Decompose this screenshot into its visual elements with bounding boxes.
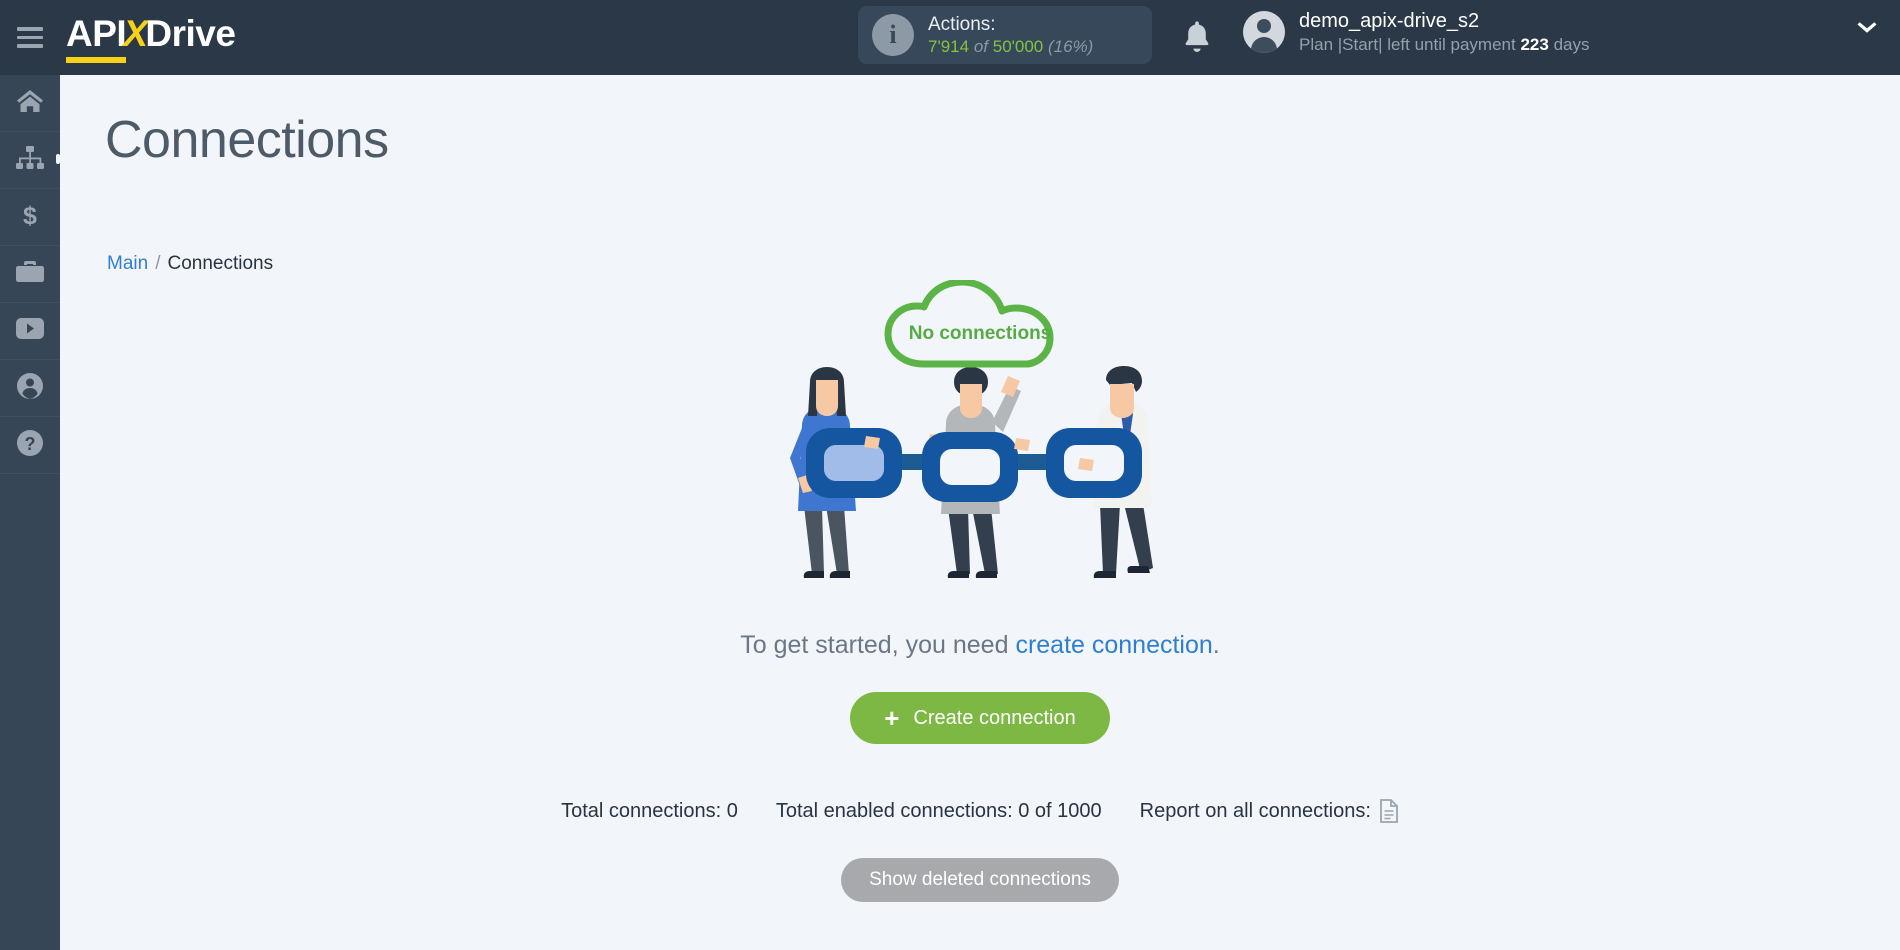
user-name: demo_apix-drive_s2 xyxy=(1299,10,1480,32)
stat-total-enabled: Total enabled connections: 0 of 1000 xyxy=(775,799,1102,822)
connections-stats: Total connections: 0 Total enabled conne… xyxy=(561,799,1399,823)
hint-prefix: To get started, you need xyxy=(740,631,1009,659)
breadcrumb-separator: / xyxy=(155,253,161,274)
plus-icon: + xyxy=(884,703,900,733)
burger-line xyxy=(17,44,43,48)
empty-state-hint: To get started, you need create connecti… xyxy=(740,631,1220,660)
bell-icon[interactable] xyxy=(1180,18,1214,56)
breadcrumb: Main / Connections xyxy=(107,253,273,275)
logo-text-api: API xyxy=(66,13,127,63)
stat-total-connections: Total connections: 0 xyxy=(561,799,738,822)
show-deleted-connections-button[interactable]: Show deleted connections xyxy=(841,858,1119,902)
youtube-icon xyxy=(16,318,44,344)
actions-quota-badge[interactable]: i Actions: 7'914 of 50'000 (16%) xyxy=(858,6,1152,64)
create-connection-label: Create connection xyxy=(913,706,1076,729)
left-sidebar: $ ? xyxy=(0,75,60,950)
user-plan-info: Plan |Start| left until payment 223 days xyxy=(1299,34,1589,56)
report-label: Report on all connections: xyxy=(1139,799,1371,822)
sitemap-icon xyxy=(16,145,44,175)
actions-usage: 7'914 of 50'000 (16%) xyxy=(928,36,1093,57)
no-connections-cloud: No connections xyxy=(880,278,1080,370)
user-account-block[interactable]: demo_apix-drive_s2 Plan |Start| left unt… xyxy=(1243,8,1589,56)
sidebar-item-services[interactable] xyxy=(0,246,60,303)
sidebar-item-account[interactable] xyxy=(0,360,60,417)
breadcrumb-current: Connections xyxy=(167,253,274,274)
document-icon[interactable] xyxy=(1379,799,1399,823)
actions-percent: (16%) xyxy=(1048,37,1094,57)
create-connection-link[interactable]: create connection xyxy=(1015,631,1212,659)
actions-label: Actions: xyxy=(928,13,996,35)
sidebar-item-payments[interactable]: $ xyxy=(0,189,60,246)
sidebar-item-home[interactable] xyxy=(0,75,60,132)
user-plan-text: Plan |Start| left until payment xyxy=(1299,35,1516,54)
user-days-value: 223 xyxy=(1520,35,1549,54)
actions-quota-text: Actions: 7'914 of 50'000 (16%) xyxy=(928,13,1093,58)
cloud-label: No connections xyxy=(908,323,1052,344)
empty-state: No connections To get started, you need … xyxy=(60,278,1900,902)
hamburger-menu-icon[interactable] xyxy=(0,0,60,75)
sidebar-item-connections[interactable] xyxy=(0,132,60,189)
chain-people-illustration xyxy=(780,366,1180,601)
info-icon: i xyxy=(872,14,914,56)
main-content: Connections Main / Connections No connecti… xyxy=(60,75,1900,950)
apix-drive-logo[interactable]: API X Drive xyxy=(66,12,236,63)
actions-of: of xyxy=(973,37,988,57)
burger-line xyxy=(17,35,43,40)
question-circle-icon: ? xyxy=(17,429,43,461)
user-circle-icon xyxy=(17,372,43,404)
svg-text:$: $ xyxy=(23,202,37,228)
breadcrumb-link-main[interactable]: Main xyxy=(107,253,148,274)
sidebar-item-videos[interactable] xyxy=(0,303,60,360)
create-connection-button[interactable]: + Create connection xyxy=(850,692,1110,744)
app-root: API X Drive i Actions: 7'914 of 50'000 (16… xyxy=(0,0,1900,950)
dollar-icon: $ xyxy=(21,202,39,233)
sidebar-item-help[interactable]: ? xyxy=(0,417,60,474)
hint-suffix: . xyxy=(1212,631,1220,659)
chevron-down-icon[interactable] xyxy=(1855,22,1879,36)
actions-total: 50'000 xyxy=(992,37,1044,57)
user-info: demo_apix-drive_s2 Plan |Start| left unt… xyxy=(1299,8,1589,56)
burger-line xyxy=(17,27,43,31)
briefcase-icon xyxy=(16,260,44,289)
page-title: Connections xyxy=(105,111,389,169)
user-days-label: days xyxy=(1553,35,1590,54)
top-header: API X Drive i Actions: 7'914 of 50'000 (16… xyxy=(0,0,1900,75)
actions-used: 7'914 xyxy=(928,37,970,57)
svg-text:?: ? xyxy=(25,434,36,454)
logo-text-drive: Drive xyxy=(145,12,236,54)
user-avatar-icon xyxy=(1243,11,1285,54)
home-icon xyxy=(17,89,43,118)
stat-report: Report on all connections: xyxy=(1140,799,1399,823)
